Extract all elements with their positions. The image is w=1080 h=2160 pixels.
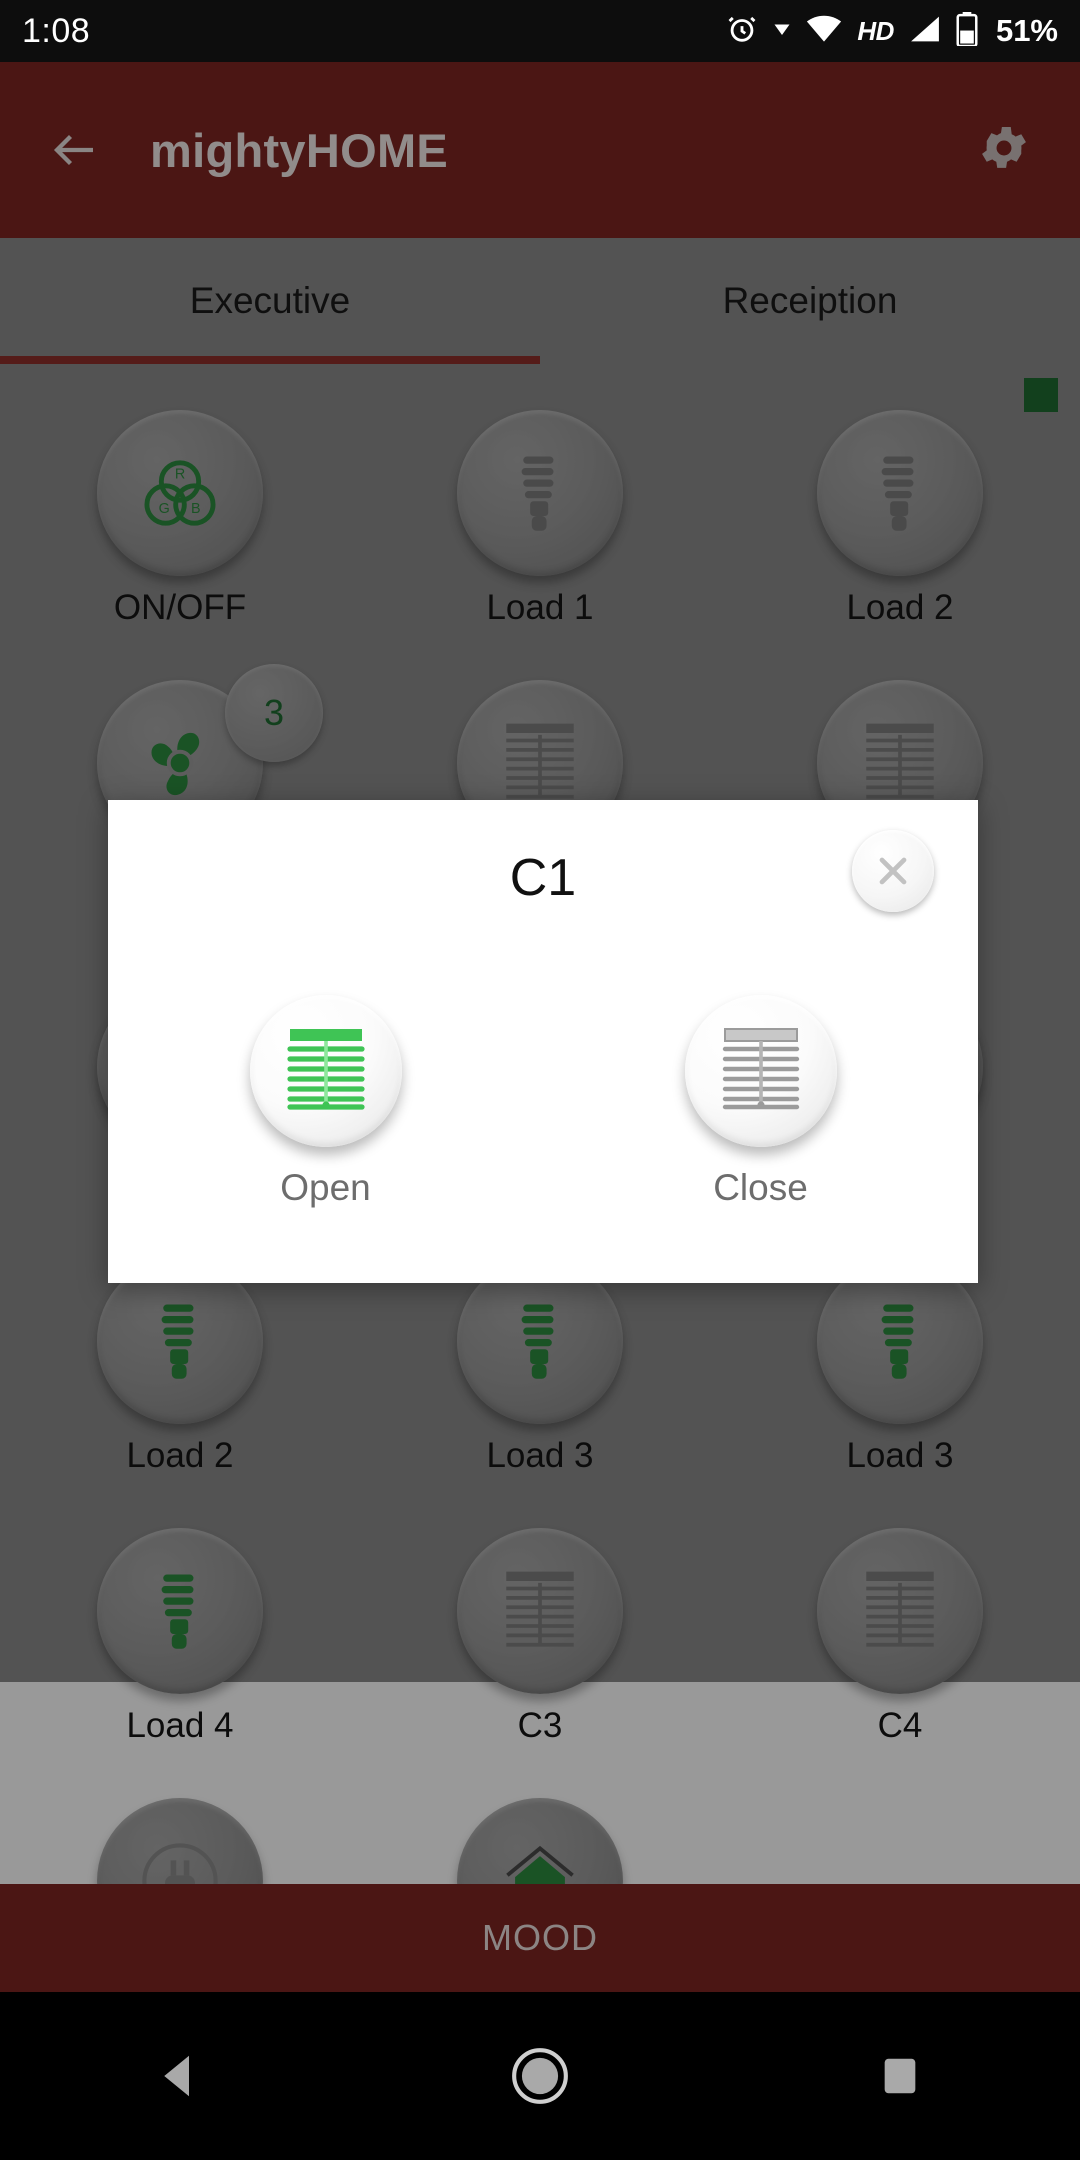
- hd-icon: HD: [857, 15, 894, 46]
- status-bar-icons: HD 51%: [725, 11, 1058, 51]
- battery-percent-label: 51%: [995, 13, 1058, 48]
- dialog-action-open[interactable]: Open: [108, 995, 543, 1209]
- android-nav-bar: [0, 1992, 1080, 2160]
- blinds-open-icon: [286, 1029, 365, 1110]
- nav-back-triangle-icon: [164, 2055, 189, 2097]
- close-button: [684, 995, 837, 1147]
- nav-recents-square-icon: [884, 2058, 916, 2094]
- close-x-icon: [879, 857, 907, 885]
- open-label: Open: [280, 1167, 371, 1208]
- status-bar-clock: 1:08: [22, 11, 91, 50]
- wifi-icon: [805, 14, 843, 49]
- dialog-close-button[interactable]: [852, 830, 934, 912]
- dropdown-caret-icon: [773, 20, 791, 43]
- status-bar: 1:08 HD 51%: [0, 0, 1080, 62]
- cellular-signal-icon: [908, 14, 942, 49]
- nav-home-button[interactable]: [480, 2016, 600, 2136]
- nav-home-circle-icon: [512, 2048, 568, 2104]
- dialog-actions: Open Close: [108, 995, 978, 1209]
- nav-recents-button[interactable]: [840, 2016, 960, 2136]
- dialog-action-close[interactable]: Close: [543, 995, 978, 1209]
- open-button: [249, 995, 402, 1147]
- blinds-closed-icon: [722, 1028, 799, 1110]
- dialog-title: C1: [509, 849, 577, 907]
- device-control-dialog: C1 Open Close: [108, 800, 978, 1283]
- battery-icon: [956, 11, 978, 51]
- close-label: Close: [713, 1167, 808, 1208]
- alarm-icon: [725, 12, 759, 51]
- nav-back-button[interactable]: [120, 2016, 240, 2136]
